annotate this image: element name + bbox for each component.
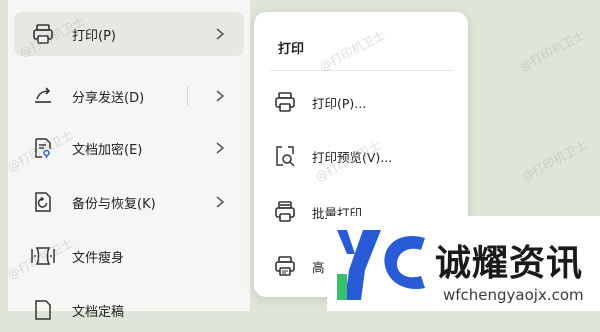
menu-item-print[interactable]: 打印(P): [14, 12, 244, 56]
menu-item-label: 分享发送(D): [72, 90, 145, 106]
printer-icon: [30, 21, 56, 47]
share-icon: [30, 83, 56, 109]
lock-document-icon: [30, 135, 56, 161]
brand-logo: 诚耀资讯 wfchengyaojx.com: [327, 216, 600, 311]
chevron-right-icon: [214, 28, 226, 40]
submenu-item-label: 高: [312, 259, 325, 275]
menu-item-backup[interactable]: 备份与恢复(K): [14, 180, 244, 224]
finalize-document-icon: [30, 297, 56, 323]
menu-item-label: 文档定稿: [72, 304, 125, 320]
menu-item-label: 打印(P): [72, 28, 116, 44]
batch-print-icon: [272, 199, 298, 225]
advanced-print-icon: [272, 253, 298, 279]
slim-file-icon: [30, 243, 56, 269]
menu-item-share[interactable]: 分享发送(D): [14, 74, 244, 118]
menu-item-label: 备份与恢复(K): [72, 196, 156, 212]
printer-icon: [272, 89, 298, 115]
menu-item-slim-file[interactable]: 文件瘦身: [14, 234, 244, 278]
chevron-right-icon: [214, 196, 226, 208]
backup-icon: [30, 189, 56, 215]
submenu-item-print[interactable]: 打印(P)...: [272, 84, 462, 120]
submenu-item-print-preview[interactable]: 打印预览(V)...: [272, 138, 462, 174]
chevron-right-icon: [214, 142, 226, 154]
submenu-item-label: 打印预览(V)...: [312, 149, 393, 165]
brand-title: 诚耀资讯: [435, 243, 584, 284]
menu-item-label: 文档加密(E): [72, 142, 143, 158]
menu-item-label: 文件瘦身: [72, 250, 125, 266]
menu-item-encrypt[interactable]: 文档加密(E): [14, 126, 244, 170]
watermark: @打印机卫士: [519, 137, 590, 185]
watermark: @打印机卫士: [517, 27, 588, 75]
submenu-item-label: 打印(P)...: [312, 95, 367, 111]
brand-mark-icon: [337, 230, 425, 300]
submenu-title: 打印: [278, 42, 305, 57]
divider: [270, 70, 452, 71]
divider: [187, 86, 188, 106]
brand-url: wfchengyaojx.com: [443, 286, 584, 304]
menu-item-finalize[interactable]: 文档定稿: [14, 288, 244, 332]
chevron-right-icon: [214, 90, 226, 102]
print-preview-icon: [272, 143, 298, 169]
